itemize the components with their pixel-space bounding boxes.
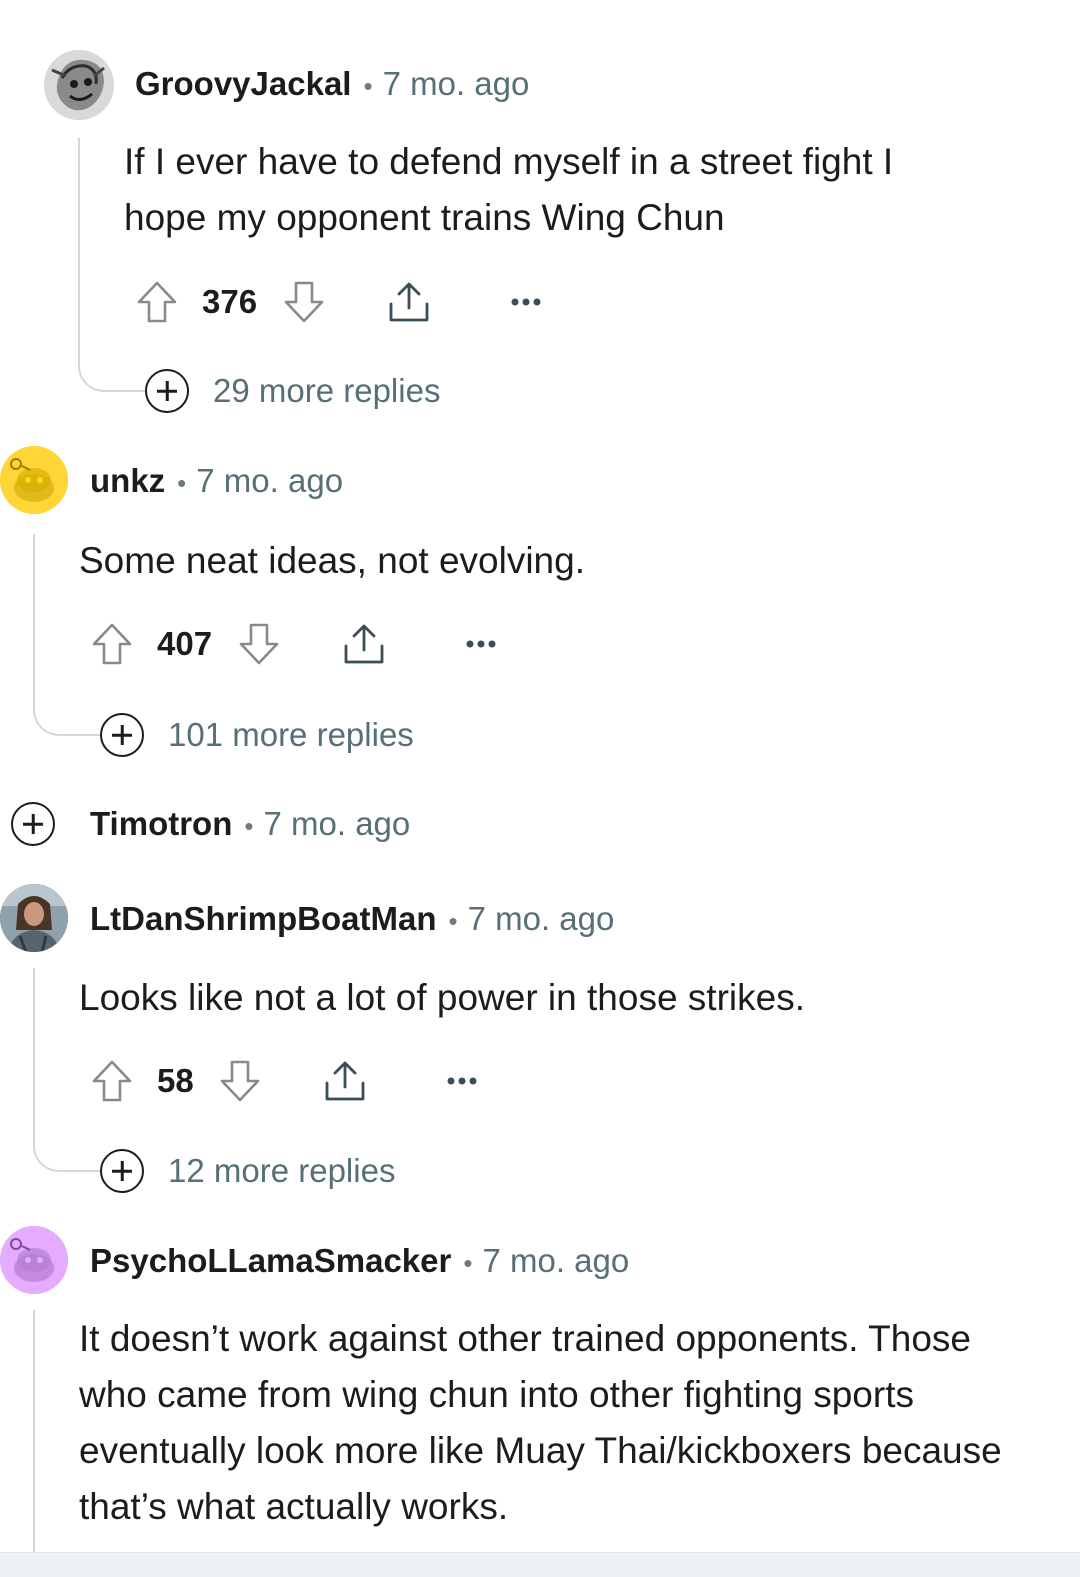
snoo-purple-avatar-icon: [0, 1226, 68, 1294]
downvote-icon[interactable]: [238, 622, 280, 666]
username[interactable]: GroovyJackal: [135, 65, 351, 102]
upvote-icon[interactable]: [136, 280, 178, 324]
more-replies-link[interactable]: 29 more replies: [213, 371, 440, 411]
share-icon[interactable]: [342, 622, 386, 666]
vote-count: 58: [157, 1062, 194, 1099]
upvote-icon[interactable]: [91, 1059, 133, 1103]
avatar[interactable]: [0, 884, 68, 952]
separator-dot: •: [463, 1248, 473, 1278]
more-options-icon[interactable]: [510, 297, 542, 307]
plus-circle-icon[interactable]: [100, 713, 144, 757]
plus-circle-icon[interactable]: [145, 369, 189, 413]
timestamp: 7 mo. ago: [196, 462, 344, 499]
comment-body-line: Looks like not a lot of power in those s…: [79, 977, 805, 1018]
timestamp: 7 mo. ago: [482, 1242, 630, 1279]
avatar[interactable]: [44, 50, 114, 120]
thread-elbow: [33, 686, 103, 736]
timestamp: 7 mo. ago: [263, 805, 411, 842]
more-options-icon[interactable]: [446, 1076, 478, 1086]
avatar[interactable]: [0, 446, 68, 514]
comment-body-line: who came from wing chun into other fight…: [79, 1374, 914, 1415]
comment-body: Some neat ideas, not evolving.: [79, 533, 585, 589]
timestamp: 7 mo. ago: [382, 65, 530, 102]
separator-dot: •: [177, 468, 187, 498]
thread-elbow: [78, 340, 148, 392]
comment-body-line: eventually look more like Muay Thai/kick…: [79, 1430, 1002, 1471]
plus-circle-icon[interactable]: [11, 802, 55, 846]
share-icon[interactable]: [387, 280, 431, 324]
separator-dot: •: [448, 906, 458, 936]
username[interactable]: PsychoLLamaSmacker: [90, 1242, 451, 1279]
comment-body: If I ever have to defend myself in a str…: [124, 134, 893, 246]
upvote-icon[interactable]: [91, 622, 133, 666]
separator-dot: •: [244, 811, 254, 841]
comment-author[interactable]: LtDanShrimpBoatMan • 7 mo. ago: [90, 899, 614, 941]
username[interactable]: Timotron: [90, 805, 232, 842]
photo-portrait-avatar-icon: [0, 884, 68, 952]
more-replies-link[interactable]: 12 more replies: [168, 1151, 395, 1191]
snoo-yellow-avatar-icon: [0, 446, 68, 514]
comment-author[interactable]: unkz • 7 mo. ago: [90, 461, 343, 503]
bottom-edge: [0, 1552, 1080, 1577]
comment-body-line: If I ever have to defend myself in a str…: [124, 141, 894, 182]
comment-author[interactable]: PsychoLLamaSmacker • 7 mo. ago: [90, 1241, 629, 1283]
comment-body-line: that’s what actually works.: [79, 1486, 509, 1527]
comment-body-line: It doesn’t work against other trained op…: [79, 1318, 971, 1359]
downvote-icon[interactable]: [283, 280, 325, 324]
thread-line[interactable]: [33, 968, 35, 1140]
comment-body: Looks like not a lot of power in those s…: [79, 970, 805, 1026]
comment-body: It doesn’t work against other trained op…: [79, 1311, 1002, 1535]
comment-author[interactable]: Timotron • 7 mo. ago: [90, 804, 410, 846]
timestamp: 7 mo. ago: [467, 900, 615, 937]
thread-line[interactable]: [33, 1310, 35, 1552]
sketch-portrait-avatar-icon: [44, 50, 114, 120]
comment-body-line: hope my opponent trains Wing Chun: [124, 197, 725, 238]
more-replies-link[interactable]: 101 more replies: [168, 715, 414, 755]
downvote-icon[interactable]: [219, 1059, 261, 1103]
vote-count: 407: [157, 625, 213, 662]
comment-author[interactable]: GroovyJackal • 7 mo. ago: [135, 64, 529, 106]
username[interactable]: LtDanShrimpBoatMan: [90, 900, 437, 937]
thread-line[interactable]: [33, 534, 35, 704]
avatar[interactable]: [0, 1226, 68, 1294]
comment-thread-page: GroovyJackal • 7 mo. ago If I ever have to…: [0, 0, 1080, 1577]
username[interactable]: unkz: [90, 462, 165, 499]
separator-dot: •: [363, 71, 373, 101]
thread-elbow: [33, 1122, 103, 1172]
more-options-icon[interactable]: [465, 639, 497, 649]
comment-body-line: Some neat ideas, not evolving.: [79, 540, 585, 581]
vote-count: 376: [202, 283, 258, 320]
share-icon[interactable]: [323, 1059, 367, 1103]
plus-circle-icon[interactable]: [100, 1149, 144, 1193]
thread-line[interactable]: [78, 138, 80, 358]
